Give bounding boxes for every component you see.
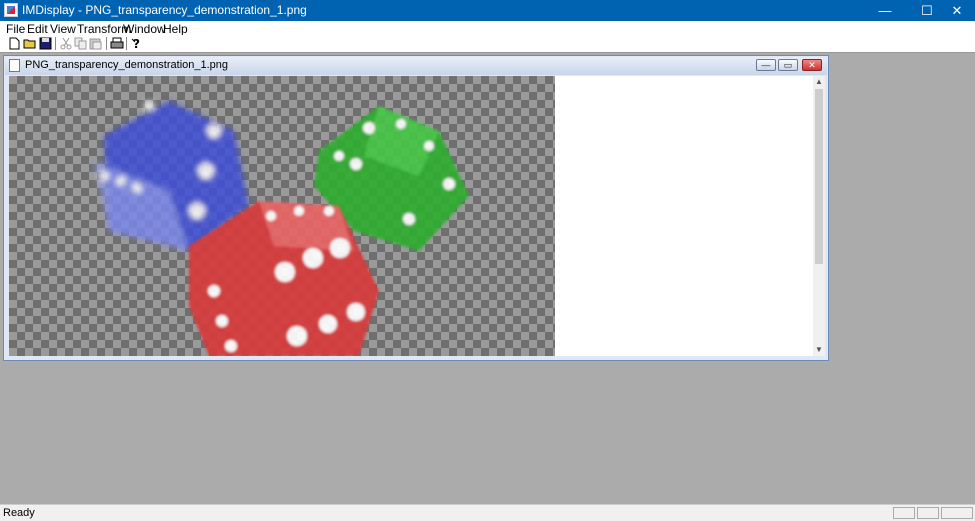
open-folder-icon[interactable] (23, 37, 37, 50)
toolbar-separator (106, 37, 108, 50)
menu-file[interactable]: File (6, 22, 25, 36)
doc-minimize-button[interactable]: — (756, 59, 776, 71)
menu-edit[interactable]: Edit (27, 22, 48, 36)
scroll-up-arrow-icon[interactable]: ▲ (813, 76, 825, 88)
status-pane (893, 507, 915, 519)
toolbar-separator (55, 37, 57, 50)
vertical-scrollbar[interactable]: ▲ ▼ (813, 76, 825, 356)
menu-bar: File Edit View Transform Window Help (0, 21, 975, 36)
document-window: PNG_transparency_demonstration_1.png — ▭… (3, 55, 829, 361)
app-icon[interactable] (4, 3, 18, 17)
toolbar: ? (0, 35, 975, 53)
menu-view[interactable]: View (50, 22, 76, 36)
status-text: Ready (3, 507, 35, 519)
new-file-icon[interactable] (7, 37, 21, 50)
status-bar: Ready (0, 504, 975, 521)
scroll-down-arrow-icon[interactable]: ▼ (813, 344, 825, 356)
menu-window[interactable]: Window (123, 22, 166, 36)
image-canvas[interactable] (9, 76, 555, 356)
doc-close-button[interactable]: ✕ (802, 59, 822, 71)
print-icon[interactable] (110, 37, 124, 50)
svg-text:?: ? (133, 37, 140, 50)
minimize-button[interactable]: — (867, 0, 903, 21)
toolbar-separator (126, 37, 128, 50)
close-button[interactable]: ✕ (939, 0, 975, 21)
copy-icon[interactable] (74, 37, 88, 50)
scroll-thumb[interactable] (815, 89, 823, 264)
menu-help[interactable]: Help (163, 22, 188, 36)
status-pane (917, 507, 939, 519)
document-titlebar: PNG_transparency_demonstration_1.png — ▭… (5, 57, 827, 75)
canvas-background (555, 76, 813, 356)
help-icon[interactable]: ? (130, 37, 144, 50)
window-titlebar: IMDisplay - PNG_transparency_demonstrati… (0, 0, 975, 21)
cut-icon[interactable] (59, 37, 73, 50)
save-disk-icon[interactable] (39, 37, 53, 50)
document-title: PNG_transparency_demonstration_1.png (25, 59, 229, 71)
status-pane (941, 507, 973, 519)
document-icon[interactable] (9, 59, 20, 72)
doc-restore-button[interactable]: ▭ (778, 59, 798, 71)
dice-image (94, 101, 469, 356)
paste-icon[interactable] (89, 37, 103, 50)
window-title: IMDisplay - PNG_transparency_demonstrati… (22, 3, 307, 17)
